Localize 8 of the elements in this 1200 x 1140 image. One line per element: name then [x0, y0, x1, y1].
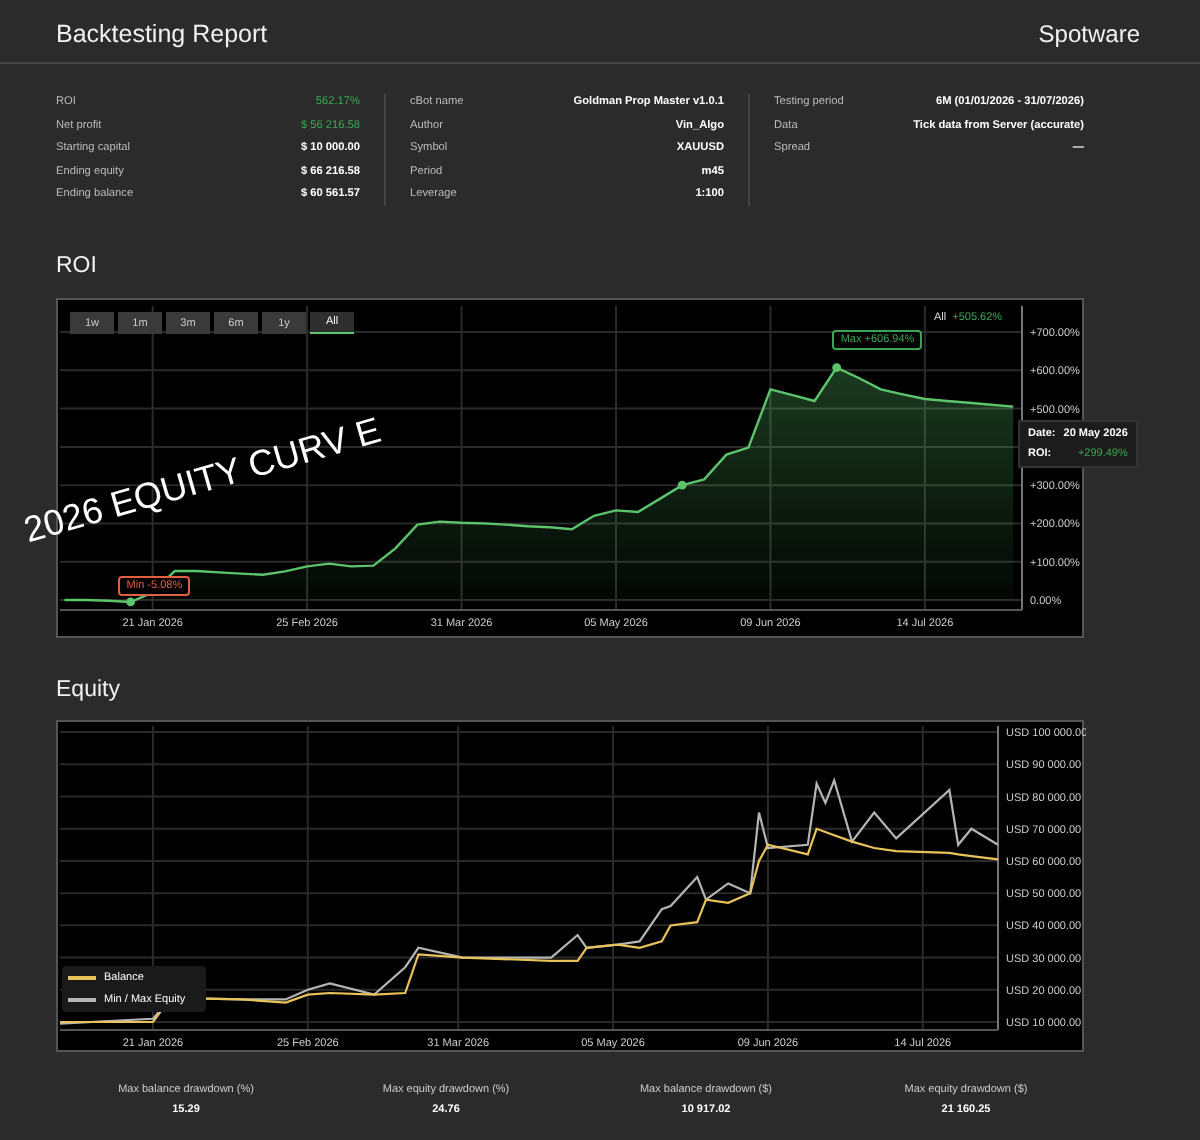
- brand-name: Spotware: [1038, 20, 1140, 48]
- overlay-text: 2026 EQUITY CURV E: [19, 410, 386, 552]
- marker-dot: [677, 480, 687, 490]
- marker-dot: [832, 363, 842, 373]
- marker-dot: [126, 597, 135, 607]
- section-heading: ROI: [56, 254, 99, 282]
- report-title: Backtesting Report: [56, 20, 268, 48]
- section-heading: Equity: [56, 678, 122, 706]
